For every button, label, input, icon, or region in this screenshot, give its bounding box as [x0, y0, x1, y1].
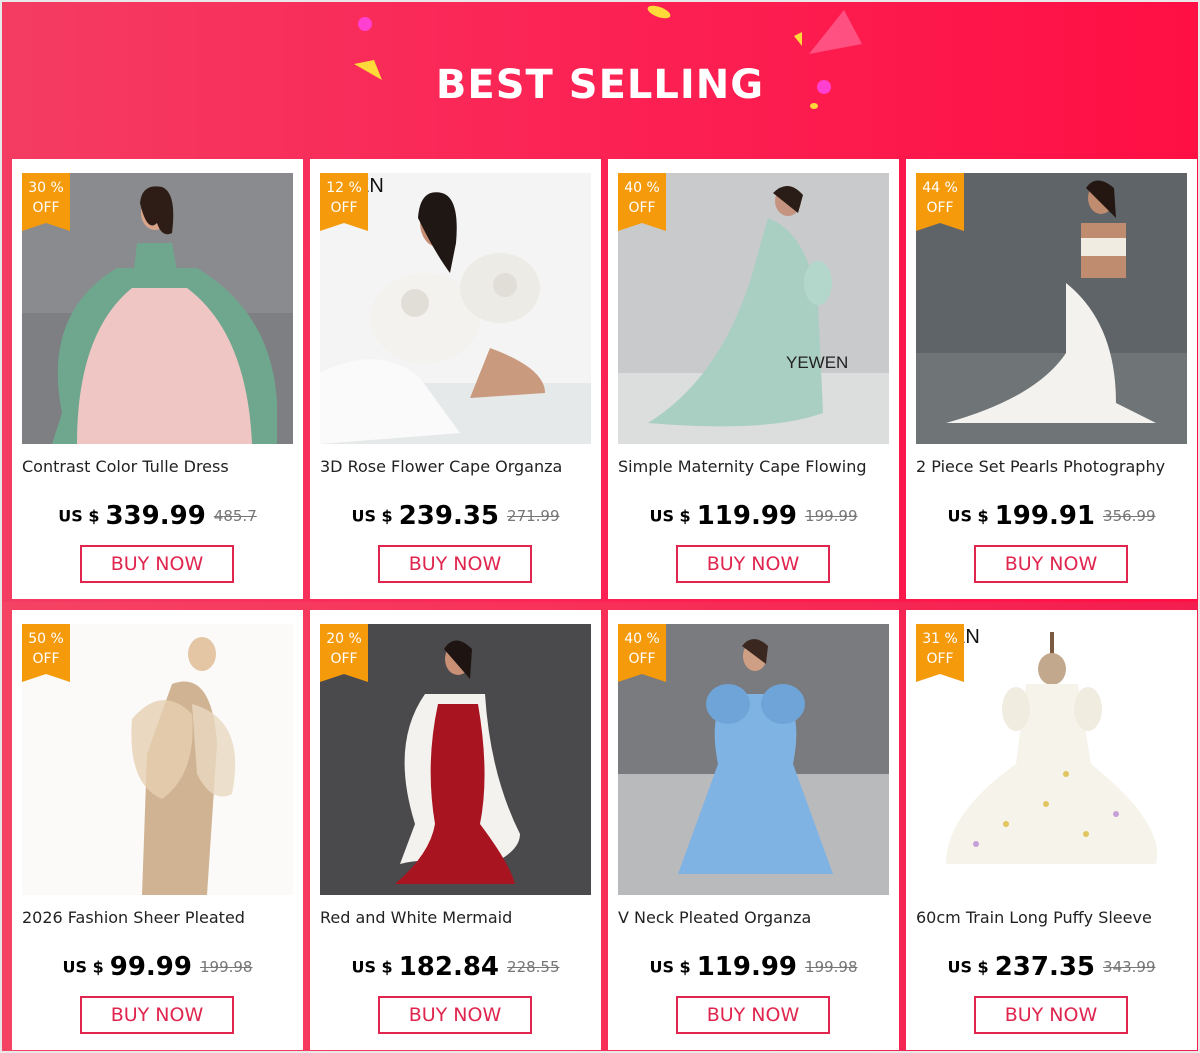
product-image[interactable]: 40 % OFF [618, 624, 889, 895]
discount-percent: 31 % [922, 631, 958, 647]
price-row: US $339.99 485.7 [12, 501, 303, 531]
page-title: BEST SELLING [435, 62, 765, 108]
product-image[interactable]: 44 % OFF [916, 173, 1187, 444]
header: BEST SELLING [2, 2, 1198, 157]
buy-now-button[interactable]: BUY NOW [974, 545, 1128, 583]
currency-label: US $ [351, 506, 393, 526]
product-name[interactable]: 3D Rose Flower Cape Organza [320, 457, 595, 476]
discount-percent: 40 % [624, 180, 660, 196]
price-row: US $119.99 199.98 [608, 952, 899, 982]
product-image[interactable]: 30 % OFF [22, 173, 293, 444]
currency-label: US $ [351, 957, 393, 977]
current-price: 182.84 [398, 952, 500, 982]
product-name[interactable]: Contrast Color Tulle Dress [22, 457, 297, 476]
product-image[interactable]: EN 31 % OFF [916, 624, 1187, 895]
discount-badge: 50 % OFF [22, 624, 70, 682]
buy-now-button[interactable]: BUY NOW [80, 996, 234, 1034]
original-price: 199.98 [805, 958, 858, 976]
discount-badge: 40 % OFF [618, 624, 666, 682]
product-name[interactable]: 60cm Train Long Puffy Sleeve [916, 908, 1191, 927]
discount-off-label: OFF [32, 651, 60, 667]
product-image[interactable]: 20 % OFF [320, 624, 591, 895]
discount-percent: 12 % [326, 180, 362, 196]
current-price: 119.99 [696, 501, 798, 531]
discount-badge: 31 % OFF [916, 624, 964, 682]
current-price: 237.35 [994, 952, 1096, 982]
discount-off-label: OFF [628, 651, 656, 667]
price-row: US $182.84 228.55 [310, 952, 601, 982]
product-image[interactable]: YEWEN 40 % OFF [618, 173, 889, 444]
currency-label: US $ [62, 957, 104, 977]
current-price: 119.99 [696, 952, 798, 982]
original-price: 199.98 [199, 958, 253, 976]
price-row: US $119.99 199.99 [608, 501, 899, 531]
buy-now-button[interactable]: BUY NOW [676, 545, 830, 583]
currency-label: US $ [947, 957, 989, 977]
original-price: 271.99 [507, 507, 560, 525]
product-name[interactable]: Red and White Mermaid [320, 908, 595, 927]
buy-now-button[interactable]: BUY NOW [676, 996, 830, 1034]
product-card[interactable]: EN 31 % OFF 60cm Train Long Puffy Sleeve… [906, 610, 1197, 1050]
product-name[interactable]: V Neck Pleated Organza [618, 908, 893, 927]
discount-percent: 40 % [624, 631, 660, 647]
discount-badge: 20 % OFF [320, 624, 368, 682]
original-price: 199.99 [805, 507, 858, 525]
currency-label: US $ [649, 506, 691, 526]
discount-percent: 44 % [922, 180, 958, 196]
buy-now-button[interactable]: BUY NOW [378, 545, 532, 583]
price-row: US $199.91 356.99 [906, 501, 1197, 531]
product-card[interactable]: YEWEN 40 % OFF Simple Maternity Cape Flo… [608, 159, 899, 599]
product-name[interactable]: Simple Maternity Cape Flowing [618, 457, 893, 476]
current-price: 339.99 [105, 501, 206, 531]
discount-badge: 30 % OFF [22, 173, 70, 231]
discount-off-label: OFF [926, 200, 954, 216]
discount-percent: 20 % [326, 631, 362, 647]
discount-badge: 40 % OFF [618, 173, 666, 231]
product-name[interactable]: 2026 Fashion Sheer Pleated [22, 908, 297, 927]
buy-now-button[interactable]: BUY NOW [974, 996, 1128, 1034]
original-price: 356.99 [1103, 507, 1156, 525]
discount-off-label: OFF [32, 200, 60, 216]
product-card[interactable]: 30 % OFF Contrast Color Tulle Dress US $… [12, 159, 303, 599]
brand-watermark: YEWEN [786, 353, 849, 372]
original-price: 485.7 [213, 507, 257, 525]
discount-percent: 30 % [28, 180, 64, 196]
price-row: US $99.99 199.98 [12, 952, 303, 982]
discount-percent: 50 % [28, 631, 64, 647]
discount-off-label: OFF [628, 200, 656, 216]
product-card[interactable]: 20 % OFF Red and White Mermaid US $182.8… [310, 610, 601, 1050]
discount-off-label: OFF [330, 651, 358, 667]
product-grid: 30 % OFF Contrast Color Tulle Dress US $… [12, 159, 1197, 1050]
product-card[interactable]: EN 12 % OFF 3D Rose Flower Cape Organza … [310, 159, 601, 599]
price-row: US $239.35 271.99 [310, 501, 601, 531]
original-price: 343.99 [1103, 958, 1156, 976]
currency-label: US $ [58, 506, 100, 526]
discount-off-label: OFF [330, 200, 358, 216]
price-row: US $237.35 343.99 [906, 952, 1197, 982]
discount-badge: 44 % OFF [916, 173, 964, 231]
discount-badge: 12 % OFF [320, 173, 368, 231]
current-price: 199.91 [994, 501, 1096, 531]
product-name[interactable]: 2 Piece Set Pearls Photography [916, 457, 1191, 476]
product-card[interactable]: 44 % OFF 2 Piece Set Pearls Photography … [906, 159, 1197, 599]
currency-label: US $ [649, 957, 691, 977]
buy-now-button[interactable]: BUY NOW [80, 545, 234, 583]
current-price: 99.99 [109, 952, 192, 982]
product-image[interactable]: EN 12 % OFF [320, 173, 591, 444]
product-card[interactable]: 50 % OFF 2026 Fashion Sheer Pleated US $… [12, 610, 303, 1050]
product-image[interactable]: 50 % OFF [22, 624, 293, 895]
best-selling-banner: BEST SELLING 30 % OFF Contrast Color Tul… [0, 0, 1200, 1053]
product-card[interactable]: 40 % OFF V Neck Pleated Organza US $119.… [608, 610, 899, 1050]
original-price: 228.55 [507, 958, 560, 976]
buy-now-button[interactable]: BUY NOW [378, 996, 532, 1034]
currency-label: US $ [947, 506, 989, 526]
discount-off-label: OFF [926, 651, 954, 667]
current-price: 239.35 [398, 501, 500, 531]
